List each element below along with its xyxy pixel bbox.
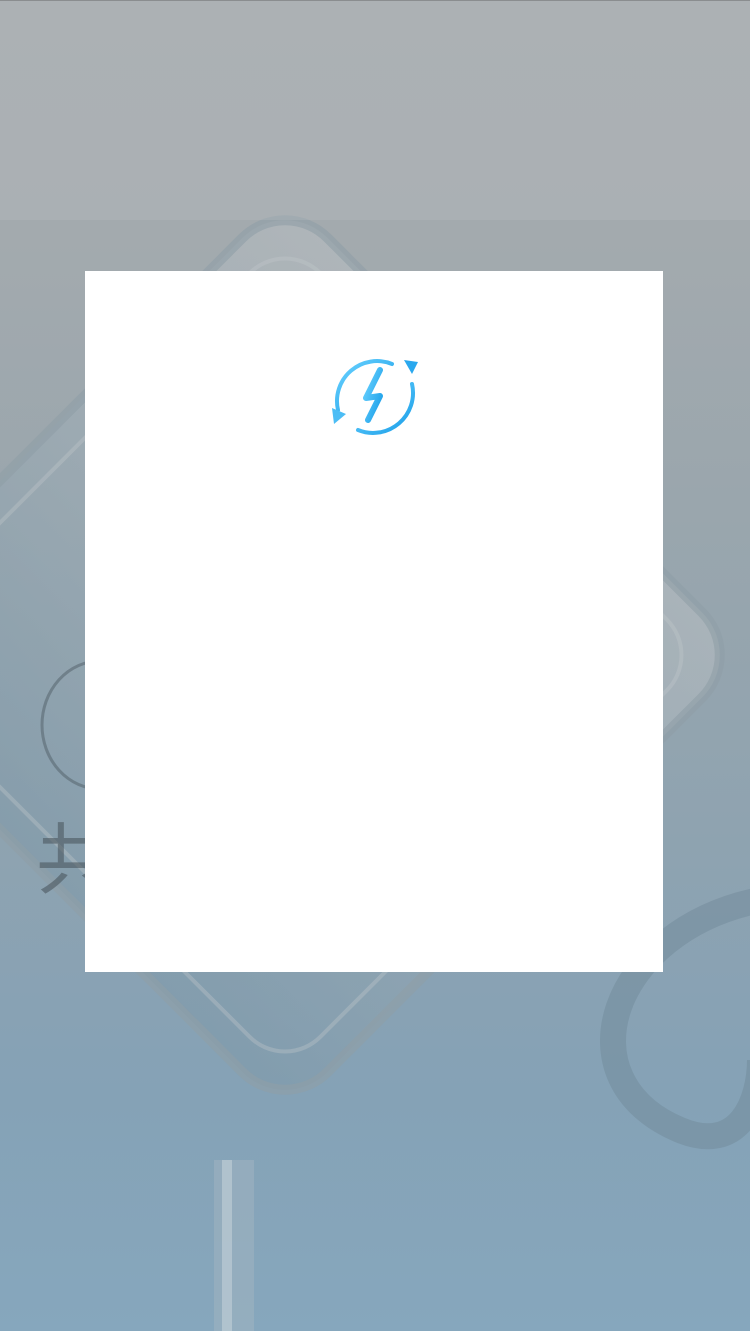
- loading-dialog: [85, 271, 663, 972]
- charging-refresh-icon: [332, 359, 418, 435]
- top-divider: [0, 0, 750, 1]
- app-screen: 共: [0, 0, 750, 1331]
